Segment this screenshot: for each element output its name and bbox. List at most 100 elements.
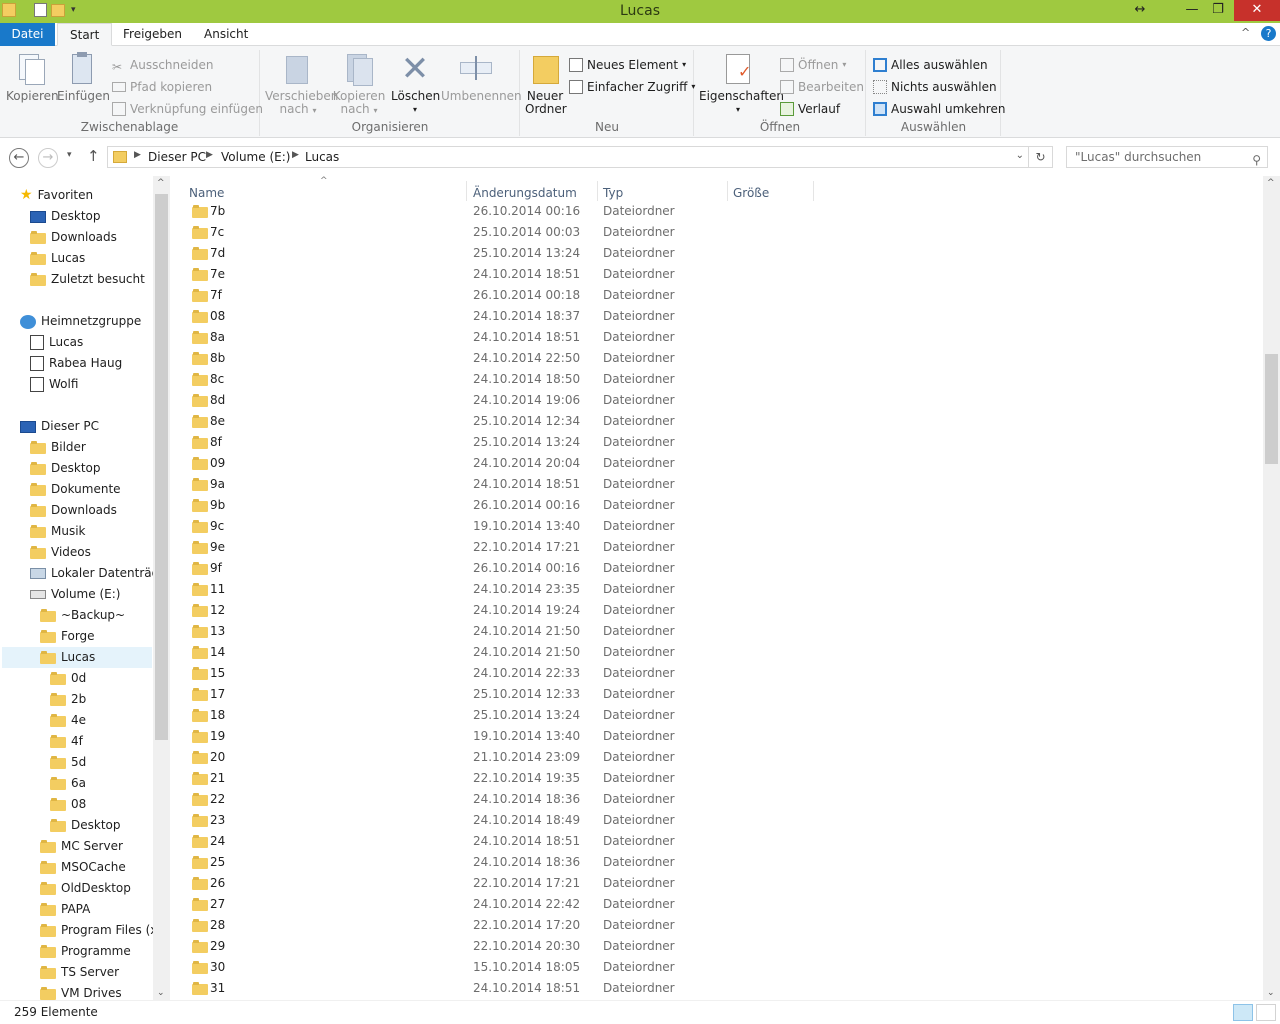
- copy-to-button[interactable]: Kopieren nach ▾: [331, 52, 387, 117]
- nav-pc-music[interactable]: Musik: [30, 521, 86, 542]
- table-row[interactable]: 29 22.10.2014 20:30 Dateiordner: [189, 936, 689, 957]
- breadcrumb-lucas[interactable]: Lucas: [305, 150, 339, 164]
- nav-fav-lucas[interactable]: Lucas: [30, 248, 85, 269]
- nav-vol-msocache[interactable]: MSOCache: [40, 857, 126, 878]
- tab-file[interactable]: Datei: [0, 23, 55, 46]
- history-button[interactable]: Verlauf: [780, 99, 840, 119]
- table-row[interactable]: 7b 26.10.2014 00:16 Dateiordner: [189, 201, 689, 222]
- table-row[interactable]: 18 25.10.2014 13:24 Dateiordner: [189, 705, 689, 726]
- table-row[interactable]: 8d 24.10.2014 19:06 Dateiordner: [189, 390, 689, 411]
- tab-share[interactable]: Freigeben: [111, 23, 194, 46]
- breadcrumb-chevron-icon[interactable]: ▶: [134, 150, 141, 160]
- scroll-down-icon[interactable]: ⌄: [1267, 988, 1275, 998]
- nav-pc-volume-e[interactable]: Volume (E:): [30, 584, 120, 605]
- nav-home-rabea[interactable]: Rabea Haug: [30, 353, 122, 374]
- nav-fav-downloads[interactable]: Downloads: [30, 227, 117, 248]
- table-row[interactable]: 7d 25.10.2014 13:24 Dateiordner: [189, 243, 689, 264]
- nav-pc-documents[interactable]: Dokumente: [30, 479, 121, 500]
- table-row[interactable]: 9a 24.10.2014 18:51 Dateiordner: [189, 474, 689, 495]
- nav-fav-desktop[interactable]: Desktop: [30, 206, 101, 227]
- nav-pc-pictures[interactable]: Bilder: [30, 437, 86, 458]
- scroll-up-icon[interactable]: ^: [157, 178, 165, 188]
- breadcrumb-chevron-icon[interactable]: ▶: [292, 150, 299, 160]
- forward-button[interactable]: →: [38, 148, 58, 168]
- details-view-button[interactable]: [1233, 1004, 1253, 1021]
- column-header-size[interactable]: Größe: [733, 181, 769, 205]
- nav-lucas-4f[interactable]: 4f: [50, 731, 83, 752]
- nav-pc-local-disk[interactable]: Lokaler Datenträger: [30, 563, 170, 584]
- resize-icon[interactable]: ↔: [1126, 0, 1154, 21]
- breadcrumb-chevron-icon[interactable]: ▶: [206, 150, 213, 160]
- column-separator[interactable]: [813, 181, 814, 201]
- nav-vol-backup[interactable]: ~Backup~: [40, 605, 125, 626]
- table-row[interactable]: 8a 24.10.2014 18:51 Dateiordner: [189, 327, 689, 348]
- nav-lucas-08[interactable]: 08: [50, 794, 86, 815]
- column-separator[interactable]: [727, 181, 728, 201]
- table-row[interactable]: 9b 26.10.2014 00:16 Dateiordner: [189, 495, 689, 516]
- table-row[interactable]: 8e 25.10.2014 12:34 Dateiordner: [189, 411, 689, 432]
- table-row[interactable]: 8c 24.10.2014 18:50 Dateiordner: [189, 369, 689, 390]
- table-row[interactable]: 7f 26.10.2014 00:18 Dateiordner: [189, 285, 689, 306]
- new-folder-button[interactable]: Neuer Ordner: [525, 52, 567, 116]
- paste-shortcut-button[interactable]: Verknüpfung einfügen: [112, 99, 263, 119]
- scroll-up-icon[interactable]: ^: [1267, 178, 1275, 188]
- rename-button[interactable]: Umbenennen: [441, 52, 522, 103]
- back-button[interactable]: ←: [9, 148, 29, 168]
- table-row[interactable]: 24 24.10.2014 18:51 Dateiordner: [189, 831, 689, 852]
- nav-homegroup[interactable]: Heimnetzgruppe: [20, 311, 141, 332]
- nav-pc-videos[interactable]: Videos: [30, 542, 91, 563]
- nav-home-wolfi[interactable]: Wolfi: [30, 374, 78, 395]
- nav-vol-programme[interactable]: Programme: [40, 941, 131, 962]
- table-row[interactable]: 20 21.10.2014 23:09 Dateiordner: [189, 747, 689, 768]
- open-button[interactable]: Öffnen ▾: [780, 55, 846, 75]
- nav-vol-ts-server[interactable]: TS Server: [40, 962, 119, 983]
- table-row[interactable]: 27 24.10.2014 22:42 Dateiordner: [189, 894, 689, 915]
- table-row[interactable]: 12 24.10.2014 19:24 Dateiordner: [189, 600, 689, 621]
- nav-lucas-4e[interactable]: 4e: [50, 710, 86, 731]
- table-row[interactable]: 15 24.10.2014 22:33 Dateiordner: [189, 663, 689, 684]
- table-row[interactable]: 9e 22.10.2014 17:21 Dateiordner: [189, 537, 689, 558]
- paste-button[interactable]: Einfügen: [57, 52, 110, 103]
- cut-button[interactable]: ✂ Ausschneiden: [112, 55, 213, 75]
- move-to-button[interactable]: Verschieben nach ▾: [265, 52, 338, 117]
- recent-locations-icon[interactable]: ▾: [67, 150, 72, 160]
- copy-path-button[interactable]: Pfad kopieren: [112, 77, 212, 97]
- file-list-scrollbar[interactable]: ^ ⌄: [1263, 176, 1280, 1000]
- nav-scrollbar-thumb[interactable]: [155, 194, 168, 740]
- nav-favorites[interactable]: ★ Favoriten: [20, 185, 93, 206]
- table-row[interactable]: 23 24.10.2014 18:49 Dateiordner: [189, 810, 689, 831]
- nav-lucas-desktop[interactable]: Desktop: [50, 815, 121, 836]
- table-row[interactable]: 17 25.10.2014 12:33 Dateiordner: [189, 684, 689, 705]
- properties-button[interactable]: ✓ Eigenschaften ▾: [699, 52, 784, 116]
- table-row[interactable]: 28 22.10.2014 17:20 Dateiordner: [189, 915, 689, 936]
- minimize-button[interactable]: —: [1178, 0, 1206, 21]
- table-row[interactable]: 22 24.10.2014 18:36 Dateiordner: [189, 789, 689, 810]
- nav-vol-vm-drives[interactable]: VM Drives: [40, 983, 122, 1000]
- table-row[interactable]: 9f 26.10.2014 00:16 Dateiordner: [189, 558, 689, 579]
- table-row[interactable]: 21 22.10.2014 19:35 Dateiordner: [189, 768, 689, 789]
- nav-lucas-2b[interactable]: 2b: [50, 689, 86, 710]
- address-bar[interactable]: ▶ Dieser PC ▶ Volume (E:) ▶ Lucas ⌄: [107, 146, 1029, 168]
- table-row[interactable]: 25 24.10.2014 18:36 Dateiordner: [189, 852, 689, 873]
- edit-button[interactable]: Bearbeiten: [780, 77, 864, 97]
- table-row[interactable]: 30 15.10.2014 18:05 Dateiordner: [189, 957, 689, 978]
- table-row[interactable]: 14 24.10.2014 21:50 Dateiordner: [189, 642, 689, 663]
- table-row[interactable]: 19 19.10.2014 13:40 Dateiordner: [189, 726, 689, 747]
- nav-pc-desktop[interactable]: Desktop: [30, 458, 101, 479]
- table-row[interactable]: 31 24.10.2014 18:51 Dateiordner: [189, 978, 689, 999]
- table-row[interactable]: 8b 24.10.2014 22:50 Dateiordner: [189, 348, 689, 369]
- copy-button[interactable]: Kopieren: [6, 52, 59, 103]
- select-all-button[interactable]: Alles auswählen: [873, 55, 988, 75]
- invert-selection-button[interactable]: Auswahl umkehren: [873, 99, 1005, 119]
- nav-fav-recent[interactable]: Zuletzt besucht: [30, 269, 145, 290]
- nav-home-lucas[interactable]: Lucas: [30, 332, 83, 353]
- table-row[interactable]: 11 24.10.2014 23:35 Dateiordner: [189, 579, 689, 600]
- nav-vol-forge[interactable]: Forge: [40, 626, 95, 647]
- table-row[interactable]: 08 24.10.2014 18:37 Dateiordner: [189, 306, 689, 327]
- table-row[interactable]: 7e 24.10.2014 18:51 Dateiordner: [189, 264, 689, 285]
- nav-vol-lucas[interactable]: Lucas: [2, 647, 152, 668]
- column-separator[interactable]: [466, 181, 467, 201]
- nav-vol-olddesktop[interactable]: OldDesktop: [40, 878, 131, 899]
- nav-pc-downloads[interactable]: Downloads: [30, 500, 117, 521]
- table-row[interactable]: 9c 19.10.2014 13:40 Dateiordner: [189, 516, 689, 537]
